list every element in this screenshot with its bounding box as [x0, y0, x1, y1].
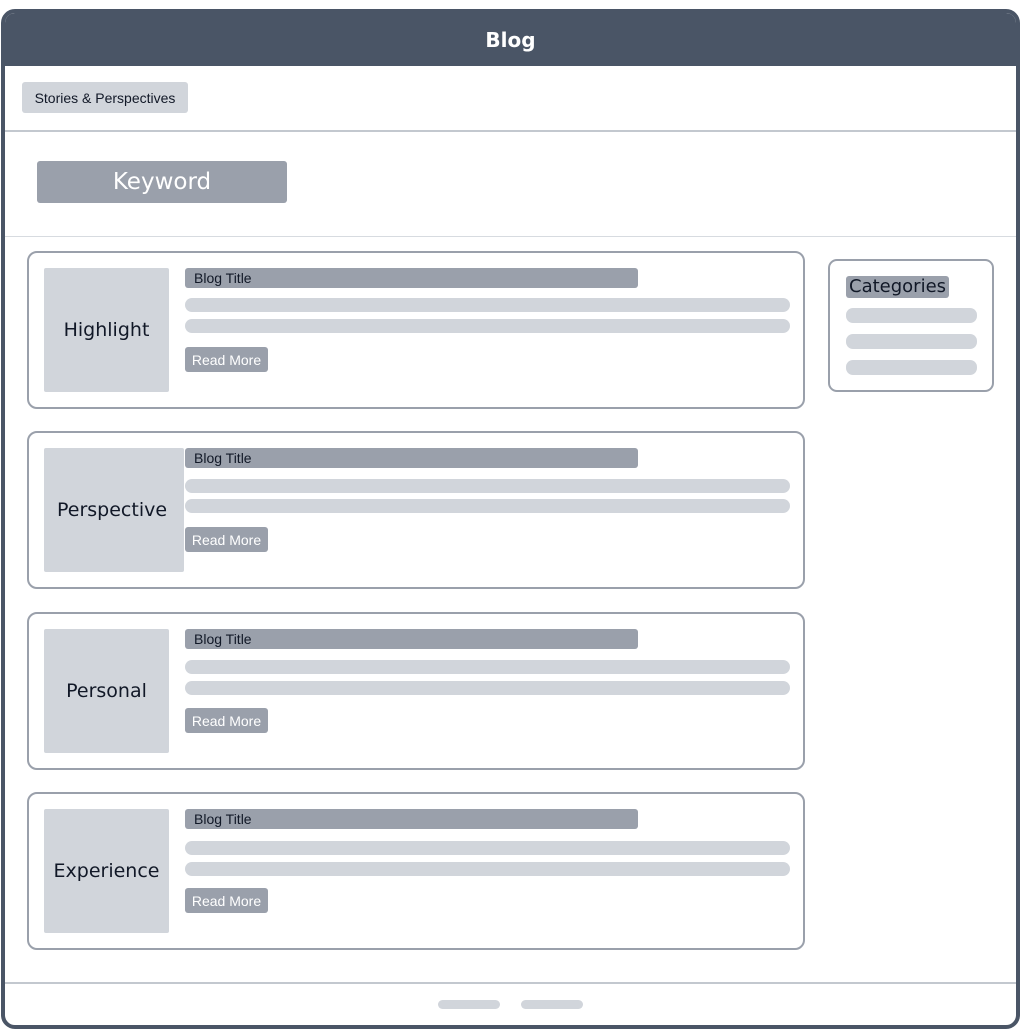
post-category-label: Personal	[66, 680, 147, 702]
post-excerpt-line	[185, 681, 790, 695]
post-card: Highlight Blog Title Read More	[27, 251, 805, 409]
categories-panel: Categories	[828, 259, 994, 392]
post-title[interactable]: Blog Title	[185, 629, 638, 649]
read-more-button[interactable]: Read More	[185, 347, 268, 372]
search-area	[5, 132, 1016, 237]
post-thumbnail: Highlight	[44, 268, 169, 392]
post-excerpt-line	[185, 479, 790, 493]
category-item[interactable]	[846, 308, 977, 323]
category-item[interactable]	[846, 360, 977, 375]
post-thumbnail: Experience	[44, 809, 169, 933]
footer	[5, 982, 1016, 1025]
nav-bar: Stories & Perspectives	[5, 66, 1016, 132]
read-more-button[interactable]: Read More	[185, 888, 268, 913]
category-item[interactable]	[846, 334, 977, 349]
post-card: Experience Blog Title Read More	[27, 792, 805, 950]
post-card: Perspective Blog Title Read More	[27, 431, 805, 589]
post-excerpt-line	[185, 298, 790, 312]
post-excerpt-line	[185, 841, 790, 855]
read-more-button[interactable]: Read More	[185, 708, 268, 733]
post-title[interactable]: Blog Title	[185, 448, 638, 468]
keyword-search-input[interactable]	[37, 161, 287, 203]
post-excerpt-line	[185, 319, 790, 333]
post-category-label: Perspective	[57, 499, 168, 521]
post-excerpt-line	[185, 862, 790, 876]
window-title: Blog	[485, 27, 536, 52]
post-category-label: Highlight	[63, 319, 150, 341]
blog-window: Blog Stories & Perspectives Highlight Bl…	[1, 9, 1020, 1029]
post-excerpt-line	[185, 660, 790, 674]
title-bar: Blog	[5, 13, 1016, 66]
read-more-button[interactable]: Read More	[185, 527, 268, 552]
post-title[interactable]: Blog Title	[185, 809, 638, 829]
post-card: Personal Blog Title Read More	[27, 612, 805, 770]
post-thumbnail: Personal	[44, 629, 169, 753]
post-title[interactable]: Blog Title	[185, 268, 638, 288]
post-excerpt-line	[185, 499, 790, 513]
post-thumbnail: Perspective	[44, 448, 184, 572]
post-category-label: Experience	[53, 860, 160, 882]
tab-stories-perspectives[interactable]: Stories & Perspectives	[22, 82, 188, 113]
pagination-item[interactable]	[438, 1000, 500, 1009]
pagination-item[interactable]	[521, 1000, 583, 1009]
categories-title: Categories	[846, 276, 950, 298]
